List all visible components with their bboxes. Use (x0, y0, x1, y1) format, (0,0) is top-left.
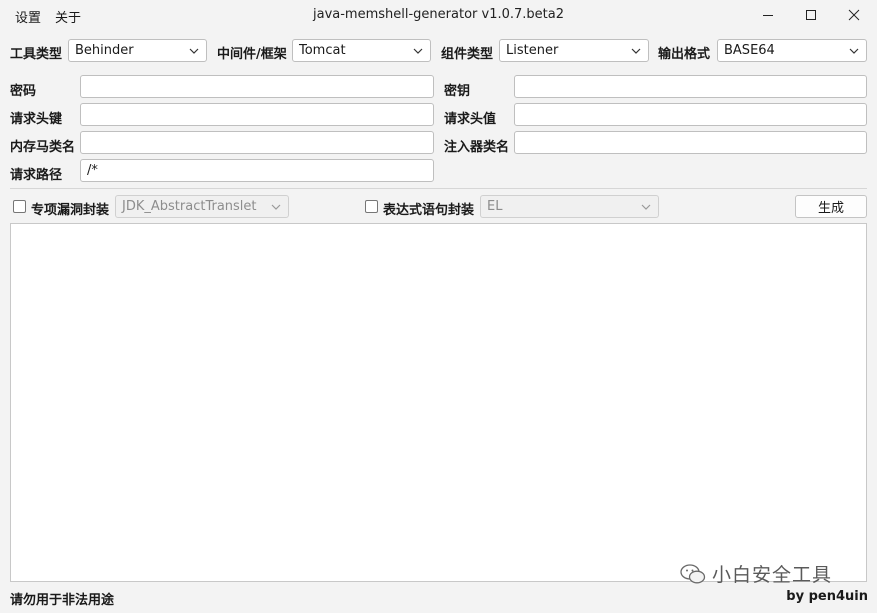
status-author: by pen4uin (786, 589, 868, 604)
generate-button[interactable]: 生成 (795, 195, 867, 218)
injector-class-input[interactable] (514, 131, 867, 154)
password-label: 密码 (10, 84, 37, 99)
maximize-icon (806, 10, 816, 20)
chevron-down-icon (413, 48, 423, 54)
chevron-down-icon (641, 204, 651, 210)
tool-type-select[interactable]: Behinder (68, 39, 207, 62)
component-label: 组件类型 (441, 47, 494, 62)
watermark-text: 小白安全工具 (712, 564, 833, 586)
chevron-down-icon (271, 204, 281, 210)
header-key-label: 请求头键 (10, 112, 63, 127)
shell-class-label: 内存马类名 (10, 140, 76, 155)
gadget-checkbox[interactable] (13, 200, 26, 213)
maximize-button[interactable] (788, 0, 834, 30)
wechat-icon (680, 563, 706, 583)
injector-class-label: 注入器类名 (444, 140, 510, 155)
key-label: 密钥 (444, 84, 471, 99)
path-label: 请求路径 (10, 168, 63, 183)
chevron-down-icon (189, 48, 199, 54)
status-warning: 请勿用于非法用途 (10, 593, 115, 608)
gadget-select[interactable]: JDK_AbstractTranslet (115, 195, 289, 218)
minimize-icon (763, 15, 773, 16)
gadget-label: 专项漏洞封装 (31, 203, 110, 218)
expr-select[interactable]: EL (480, 195, 659, 218)
output-textarea[interactable] (10, 223, 867, 582)
expr-checkbox[interactable] (365, 200, 378, 213)
expr-label: 表达式语句封装 (383, 203, 475, 218)
format-label: 输出格式 (658, 47, 711, 62)
chevron-down-icon (631, 48, 641, 54)
server-label: 中间件/框架 (217, 47, 287, 62)
format-select[interactable]: BASE64 (717, 39, 867, 62)
gadget-value: JDK_AbstractTranslet (122, 199, 257, 214)
chevron-down-icon (849, 48, 859, 54)
shell-class-input[interactable] (80, 131, 434, 154)
path-input[interactable]: /* (80, 159, 434, 182)
server-select[interactable]: Tomcat (292, 39, 431, 62)
header-key-input[interactable] (80, 103, 434, 126)
minimize-button[interactable] (745, 0, 791, 30)
tool-type-value: Behinder (75, 43, 134, 58)
server-value: Tomcat (299, 43, 346, 58)
format-value: BASE64 (724, 43, 775, 58)
header-value-label: 请求头值 (444, 112, 497, 127)
title-bar: 设置 关于 java-memshell-generator v1.0.7.bet… (0, 0, 877, 30)
key-input[interactable] (514, 75, 867, 98)
component-value: Listener (506, 43, 559, 58)
expr-value: EL (487, 199, 503, 214)
menu-about[interactable]: 关于 (55, 7, 81, 26)
tool-type-label: 工具类型 (10, 47, 63, 62)
divider (10, 188, 867, 189)
component-select[interactable]: Listener (499, 39, 649, 62)
close-button[interactable] (831, 0, 877, 30)
close-icon (848, 9, 860, 21)
header-value-input[interactable] (514, 103, 867, 126)
password-input[interactable] (80, 75, 434, 98)
watermark: 小白安全工具 (680, 560, 832, 587)
menu-settings[interactable]: 设置 (15, 7, 41, 26)
